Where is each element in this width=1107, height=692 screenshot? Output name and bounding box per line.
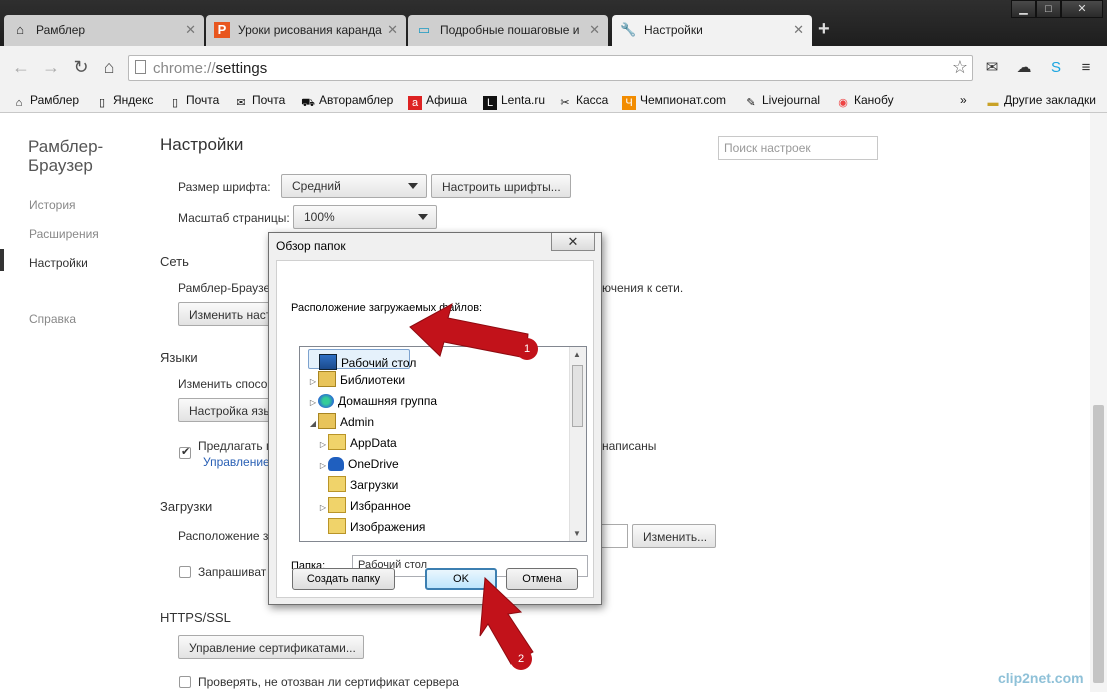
annotation-arrow-1 [409,302,529,359]
annotation-overlay [409,302,534,665]
annotation-number-1: 1 [516,338,538,360]
watermark: clip2net.com [998,670,1084,686]
annotation-number-2: 2 [510,648,532,670]
